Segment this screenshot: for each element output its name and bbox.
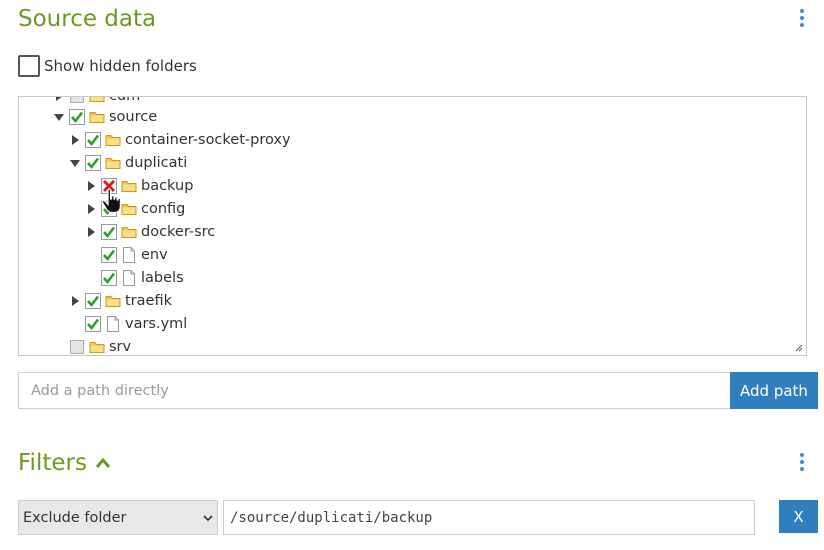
tree-item-label[interactable]: srv: [109, 339, 131, 355]
show-hidden-folders-checkbox[interactable]: [18, 55, 40, 77]
source-data-title: Source data: [18, 6, 157, 32]
tree-row-container-socket-proxy[interactable]: container-socket-proxy: [67, 129, 291, 151]
add-path-button[interactable]: Add path: [730, 372, 818, 409]
file-icon: [105, 316, 121, 332]
tree-row-vars-yml[interactable]: vars.yml: [67, 313, 187, 335]
tree-item-label[interactable]: env: [141, 247, 168, 263]
folder-icon: [89, 109, 105, 125]
checked-checkbox-icon[interactable]: [85, 316, 101, 332]
checked-checkbox-icon[interactable]: [101, 201, 117, 217]
resize-grip-icon[interactable]: [795, 344, 803, 352]
folder-icon: [121, 224, 137, 240]
show-hidden-folders-row[interactable]: Show hidden folders: [18, 55, 197, 77]
tree-row-config[interactable]: config: [83, 198, 185, 220]
tree-item-label[interactable]: vars.yml: [125, 316, 187, 332]
filters-header[interactable]: Filters: [18, 450, 111, 476]
tree-row-labels[interactable]: labels: [83, 267, 184, 289]
filter-path-input[interactable]: [223, 500, 755, 535]
file-icon: [121, 270, 137, 286]
tree-item-label[interactable]: cdm: [109, 97, 140, 104]
folder-icon: [105, 155, 121, 171]
tree-row-source[interactable]: source: [51, 106, 157, 128]
caret-down-icon[interactable]: [51, 109, 67, 125]
caret-right-icon[interactable]: [83, 201, 99, 217]
checked-checkbox-icon[interactable]: [101, 247, 117, 263]
file-icon: [121, 247, 137, 263]
tree-item-label[interactable]: labels: [141, 270, 184, 286]
unchecked-checkbox-icon[interactable]: [69, 339, 85, 355]
checked-checkbox-icon[interactable]: [101, 270, 117, 286]
caret-right-icon[interactable]: [83, 178, 99, 194]
excluded-checkbox-icon[interactable]: [101, 178, 117, 194]
tree-row-env[interactable]: env: [83, 244, 168, 266]
add-path-input[interactable]: [18, 372, 731, 409]
tree-row-duplicati[interactable]: duplicati: [67, 152, 187, 174]
chevron-down-icon: [203, 514, 213, 521]
checked-checkbox-icon[interactable]: [101, 224, 117, 240]
source-folder-tree[interactable]: cdm source container-socket-proxy duplicati…: [18, 96, 807, 356]
tree-item-label[interactable]: traefik: [125, 293, 172, 309]
tree-row-docker-src[interactable]: docker-src: [83, 221, 215, 243]
folder-icon: [121, 201, 137, 217]
folder-icon: [121, 178, 137, 194]
checked-checkbox-icon[interactable]: [85, 132, 101, 148]
remove-filter-button[interactable]: X: [779, 500, 818, 533]
caret-right-icon[interactable]: [51, 97, 67, 104]
folder-icon: [105, 132, 121, 148]
caret-right-icon[interactable]: [83, 224, 99, 240]
folder-icon: [105, 293, 121, 309]
tree-row-srv[interactable]: srv: [51, 336, 131, 355]
folder-icon: [89, 339, 105, 355]
caret-down-icon[interactable]: [67, 155, 83, 171]
filters-menu-icon[interactable]: [796, 453, 808, 475]
tree-row-traefik[interactable]: traefik: [67, 290, 172, 312]
filter-type-select[interactable]: Exclude folder: [18, 500, 218, 535]
tree-item-label[interactable]: source: [109, 109, 157, 125]
tree-item-label[interactable]: container-socket-proxy: [125, 132, 291, 148]
tree-row-backup[interactable]: backup: [83, 175, 193, 197]
chevron-up-icon[interactable]: [95, 457, 111, 469]
checked-checkbox-icon[interactable]: [85, 293, 101, 309]
unchecked-checkbox-icon[interactable]: [69, 97, 85, 104]
caret-right-icon[interactable]: [67, 293, 83, 309]
tree-item-label[interactable]: config: [141, 201, 185, 217]
show-hidden-folders-label[interactable]: Show hidden folders: [44, 57, 197, 75]
tree-item-label[interactable]: duplicati: [125, 155, 187, 171]
source-menu-icon[interactable]: [796, 9, 808, 31]
tree-item-label[interactable]: backup: [141, 178, 193, 194]
folder-icon: [89, 97, 105, 104]
caret-right-icon[interactable]: [67, 132, 83, 148]
tree-item-label[interactable]: docker-src: [141, 224, 215, 240]
checked-checkbox-icon[interactable]: [85, 155, 101, 171]
filter-type-value: Exclude folder: [23, 509, 127, 526]
filters-title: Filters: [18, 450, 87, 476]
checked-checkbox-icon[interactable]: [69, 109, 85, 125]
